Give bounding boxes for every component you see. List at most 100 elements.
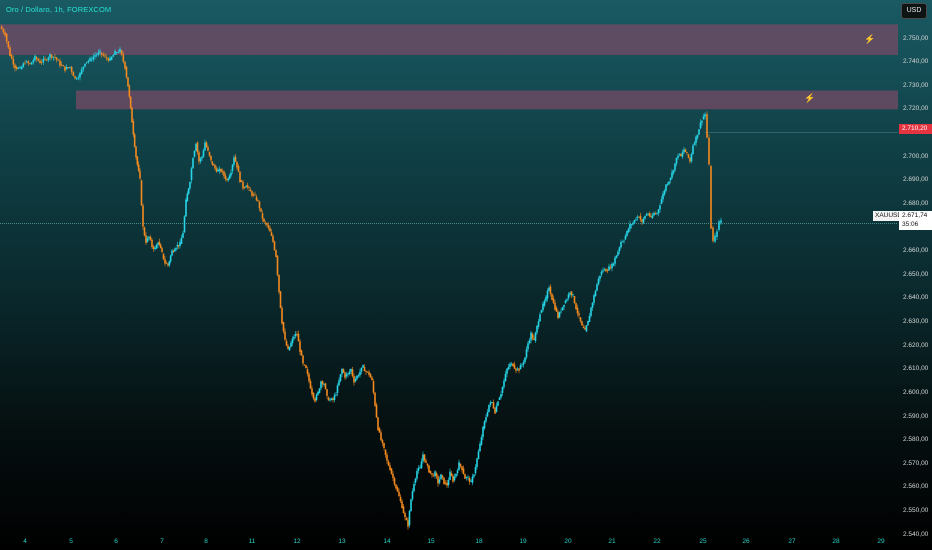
candle-down <box>2 29 5 33</box>
candle-up <box>82 66 85 70</box>
candle-down <box>284 331 286 340</box>
candle-down <box>374 392 376 406</box>
candle-down <box>161 248 163 253</box>
candle-up <box>593 295 595 303</box>
candle-down <box>392 473 394 478</box>
candle-up <box>155 244 158 249</box>
candle-down <box>299 341 301 352</box>
candle-down <box>706 114 708 138</box>
price-chart[interactable] <box>0 0 932 550</box>
candle-up <box>696 134 699 138</box>
candle-up <box>509 363 511 368</box>
candle-down <box>363 366 366 372</box>
candle-up <box>338 380 340 386</box>
candle-up <box>42 58 45 63</box>
candle-up <box>471 476 474 483</box>
candle-up <box>594 290 597 297</box>
candle-down <box>461 466 463 470</box>
currency-button[interactable]: USD <box>901 3 927 19</box>
candle-up <box>416 470 418 479</box>
candle-down <box>377 417 379 431</box>
candle-down <box>120 50 123 55</box>
candle-up <box>19 67 21 69</box>
candle-down <box>220 169 222 172</box>
candle-down <box>573 296 576 304</box>
candle-up <box>230 172 232 176</box>
candle-up <box>69 66 71 68</box>
candle-up <box>479 443 481 452</box>
candle-down <box>254 194 256 196</box>
candle-up <box>22 63 25 67</box>
candle-down <box>710 166 712 229</box>
candle-down <box>67 67 70 68</box>
candle-up <box>699 122 702 129</box>
candle-down <box>387 461 390 466</box>
candle-up <box>148 236 150 239</box>
candle-up <box>569 292 571 295</box>
time-tick-label: 28 <box>832 538 840 545</box>
candle-down <box>246 184 249 188</box>
candle-up <box>629 223 631 229</box>
candle-down <box>105 57 108 59</box>
candle-down <box>459 463 462 467</box>
candle-down <box>142 205 144 227</box>
resistance-zone[interactable] <box>0 24 898 56</box>
candle-up <box>506 368 508 374</box>
candle-up <box>546 290 549 299</box>
candle-down <box>429 470 432 474</box>
candle-down <box>10 55 13 59</box>
candle-down <box>159 244 162 249</box>
candle-up <box>288 346 291 351</box>
candle-down <box>402 506 405 514</box>
candle-down <box>55 57 58 60</box>
price-tick-label: 2.540,00 <box>903 530 929 538</box>
candle-down <box>164 259 166 264</box>
alert-marker-icon[interactable]: ⚡ <box>804 93 815 104</box>
time-tick-label: 29 <box>877 538 885 545</box>
candle-down <box>371 377 373 381</box>
candle-down <box>212 164 215 166</box>
candle-down <box>210 155 212 161</box>
candle-up <box>218 169 221 171</box>
candle-down <box>15 66 18 69</box>
candle-down <box>639 215 642 220</box>
candle-down <box>140 180 143 206</box>
candle-up <box>99 50 101 53</box>
candle-down <box>332 398 334 400</box>
candle-down <box>64 66 66 71</box>
candle-down <box>133 134 136 147</box>
candle-down <box>60 64 63 66</box>
time-tick-label: 11 <box>248 538 256 545</box>
candle-down <box>605 269 607 272</box>
resistance-zone[interactable] <box>76 90 898 110</box>
candle-down <box>300 350 303 356</box>
candle-up <box>588 315 591 322</box>
candle-down <box>100 52 103 55</box>
candle-up <box>620 241 622 248</box>
candle-up <box>521 364 523 366</box>
candle-up <box>420 461 423 469</box>
candle-up <box>217 170 219 172</box>
candle-down <box>641 219 643 222</box>
time-tick-label: 12 <box>293 538 301 545</box>
candle-down <box>273 241 276 251</box>
candle-up <box>645 214 648 216</box>
candle-down <box>198 152 200 162</box>
candle-up <box>504 373 507 382</box>
candle-down <box>264 222 267 224</box>
candle-up <box>480 437 483 445</box>
candle-up <box>591 302 594 308</box>
alert-marker-icon[interactable]: ⚡ <box>864 34 875 45</box>
candle-up <box>470 480 472 482</box>
candle-up <box>660 199 663 204</box>
candle-down <box>578 313 580 316</box>
candle-up <box>489 402 492 405</box>
candle-up <box>656 213 658 215</box>
time-tick-label: 6 <box>114 538 118 545</box>
candle-down <box>124 61 126 69</box>
candle-up <box>702 116 705 119</box>
candle-down <box>431 473 433 475</box>
candle-down <box>102 54 105 56</box>
candle-up <box>175 247 177 250</box>
candle-up <box>674 163 676 171</box>
